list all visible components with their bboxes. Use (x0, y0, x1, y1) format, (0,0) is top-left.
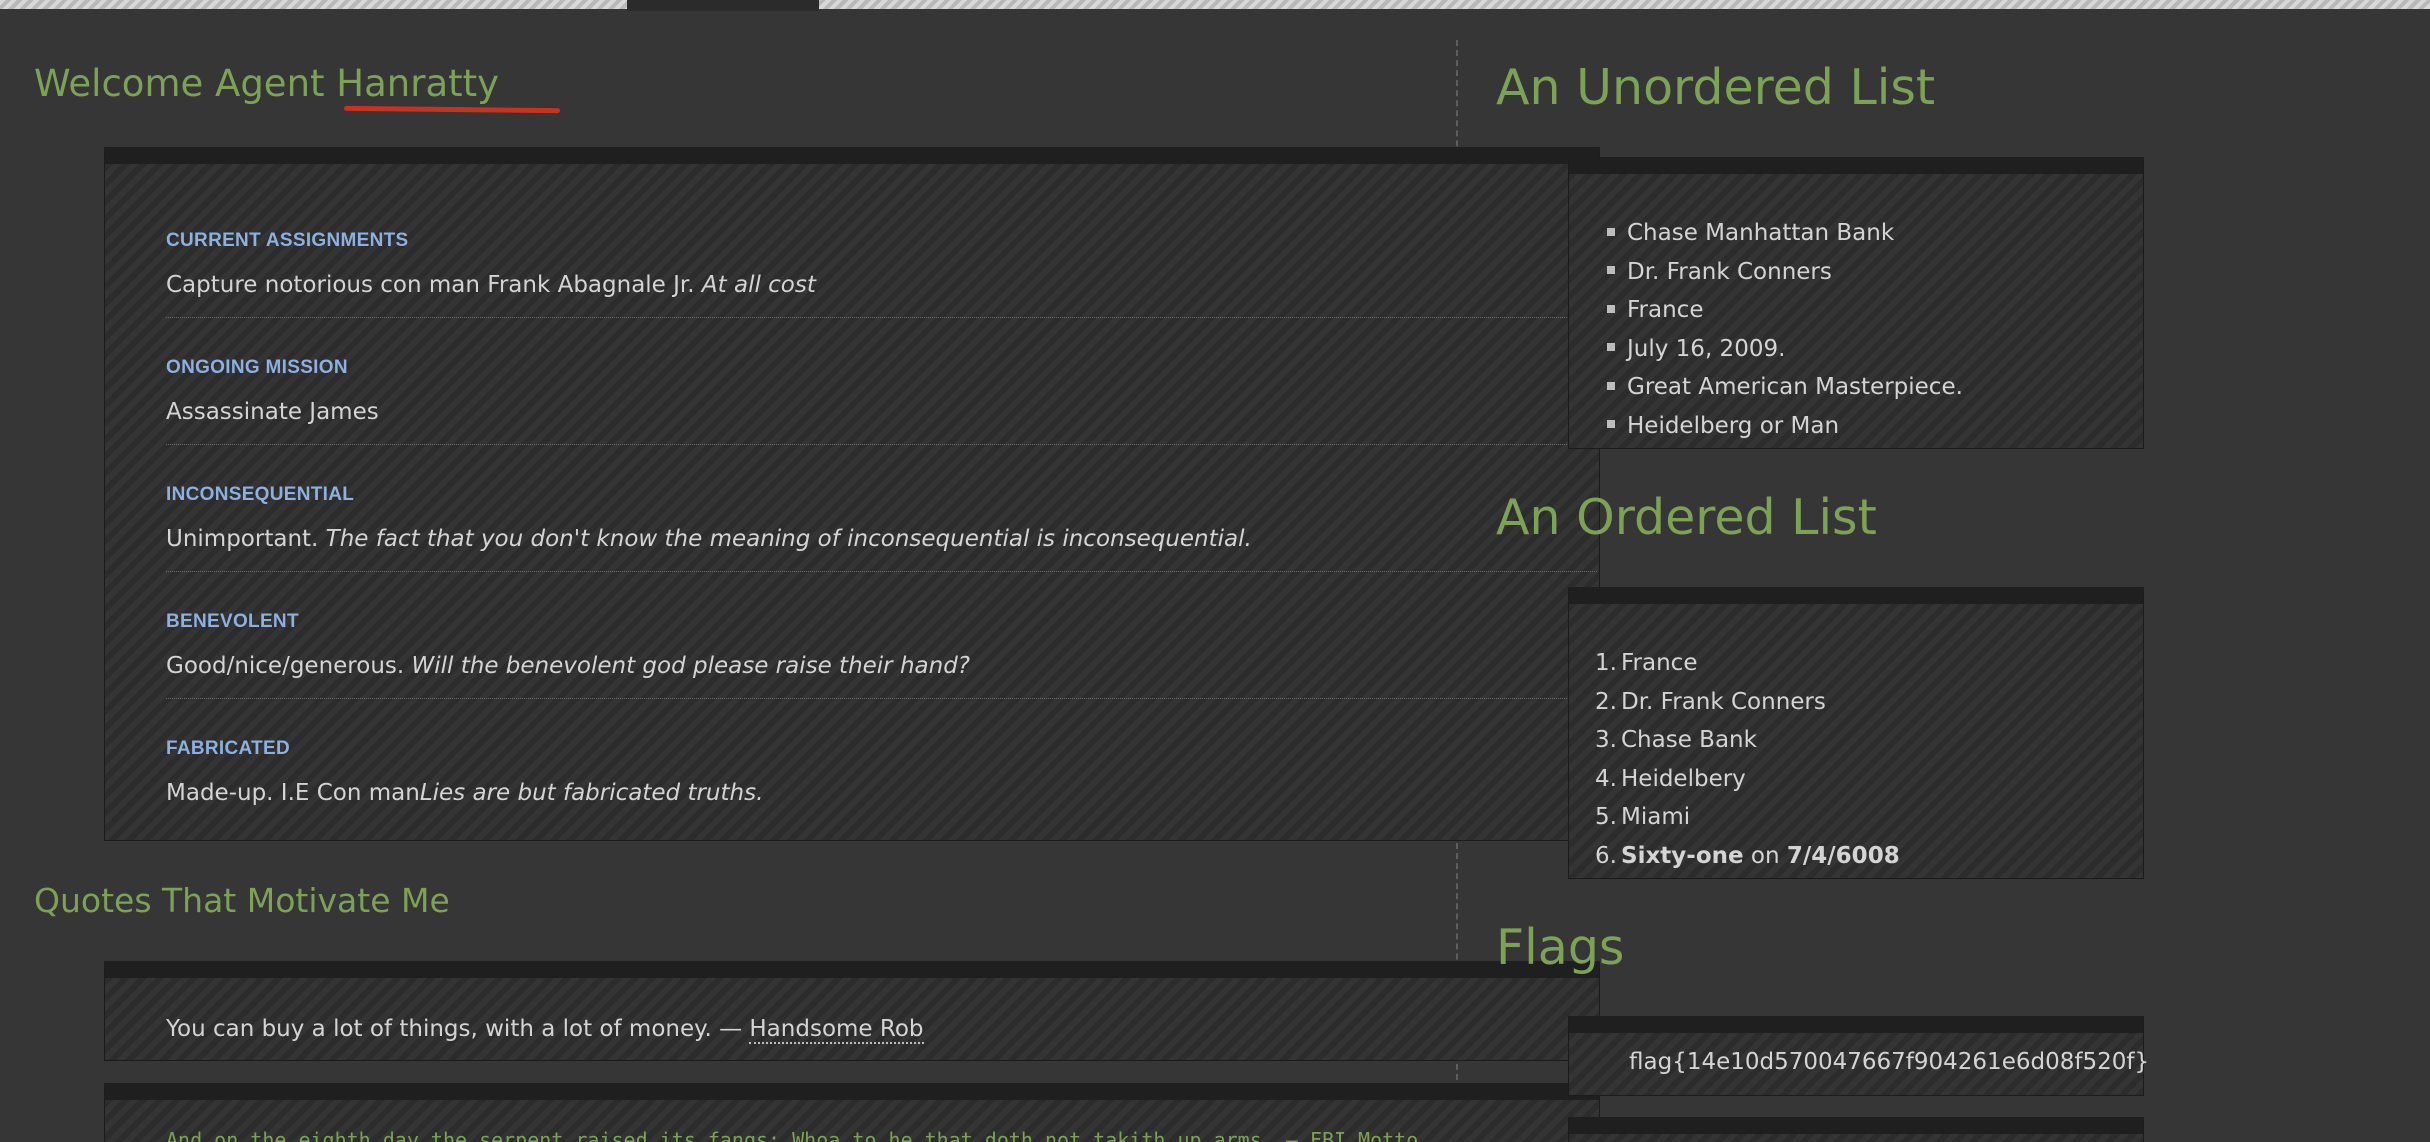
list-item-label: Dr. Frank Conners (1621, 688, 1826, 715)
ordered-list: 1. France 2. Dr. Frank Conners 3. Chase Ban… (1589, 644, 1900, 875)
list-item-label: Chase Manhattan Bank (1627, 220, 1895, 246)
list-item: France (1607, 291, 1963, 330)
definition-term: INCONSEQUENTIAL (166, 484, 355, 505)
definition-separator (166, 317, 1597, 318)
red-underline-annotation (343, 105, 561, 114)
flag-value: flag{14e10d570047667f904261e6d08f520f} (1629, 1049, 2150, 1075)
unordered-list-box: Chase Manhattan Bank Dr. Frank Conners F… (1568, 157, 2144, 449)
welcome-heading: Welcome Agent Hanratty (34, 61, 499, 107)
list-item-label: Chase Bank (1621, 727, 1757, 753)
list-item: 5. Miami (1589, 798, 1900, 837)
definition-plain: Assassinate James (166, 399, 379, 425)
next-box (1568, 1117, 2144, 1142)
definition-term: CURRENT ASSIGNMENTS (166, 230, 409, 251)
list-item: 2. Dr. Frank Conners (1589, 683, 1900, 722)
list-item: Dr. Frank Conners (1607, 253, 1963, 292)
square-bullet-icon (1607, 343, 1615, 351)
list-item-label: Miami (1621, 804, 1691, 830)
list-item: 1. France (1589, 644, 1900, 683)
list-number: 6. (1595, 842, 1617, 869)
list-number: 3. (1595, 727, 1617, 753)
list-item-label: Great American Masterpiece. (1627, 374, 1963, 400)
definition-text: Made-up. I.E Con manLies are but fabrica… (166, 780, 763, 806)
top-strip (0, 0, 2430, 9)
definition-term: BENEVOLENT (166, 611, 299, 632)
list-item: 4. Heidelbery (1589, 760, 1900, 799)
unordered-list-heading: An Unordered List (1496, 59, 1936, 116)
definition-term: FABRICATED (166, 738, 291, 759)
list-number: 2. (1595, 688, 1617, 715)
definition-plain: Capture notorious con man Frank Abagnale… (166, 272, 702, 298)
list-item: 3. Chase Bank (1589, 721, 1900, 760)
square-bullet-icon (1607, 381, 1615, 390)
list-item: Great American Masterpiece. (1607, 368, 1963, 407)
ordered-list-heading: An Ordered List (1496, 489, 1877, 546)
definition-text: Unimportant. The fact that you don't kno… (166, 526, 1252, 552)
list-item-label: July 16, 2009. (1627, 335, 1786, 362)
definition-separator (166, 571, 1597, 572)
definition-text: Good/nice/generous. Will the benevolent … (166, 653, 970, 679)
quote-body: You can buy a lot of things, with a lot … (166, 1016, 750, 1042)
definition-separator (166, 444, 1597, 445)
flags-heading: Flags (1496, 919, 1625, 976)
definition-emphasis: The fact that you don't know the meaning… (325, 526, 1252, 552)
quote-box: You can buy a lot of things, with a lot … (104, 961, 1600, 1061)
square-bullet-icon (1607, 227, 1615, 236)
square-bullet-icon (1607, 420, 1615, 428)
quotes-heading: Quotes That Motivate Me (34, 881, 450, 920)
list-item-label: Heidelbery (1621, 765, 1746, 792)
list-item-bold: 7/4/6008 (1786, 842, 1900, 869)
square-bullet-icon (1607, 266, 1615, 274)
list-number: 5. (1595, 804, 1617, 830)
definition-separator (166, 698, 1597, 699)
top-tab[interactable] (627, 0, 819, 11)
list-item: 6. Sixty-one on 7/4/6008 (1589, 837, 1900, 876)
definition-plain: Good/nice/generous. (166, 653, 412, 679)
definition-plain: Made-up. I.E Con man (166, 780, 420, 806)
definition-plain: Unimportant. (166, 526, 326, 552)
definition-text: Assassinate James (166, 399, 379, 425)
list-item-label: Dr. Frank Conners (1627, 258, 1832, 285)
definition-text: Capture notorious con man Frank Abagnale… (166, 272, 816, 298)
welcome-prefix: Welcome Agent (34, 62, 337, 105)
square-bullet-icon (1607, 304, 1615, 313)
list-item: July 16, 2009. (1607, 330, 1963, 369)
definition-term: ONGOING MISSION (166, 357, 348, 378)
list-item: Heidelberg or Man (1607, 407, 1963, 446)
list-item-label: France (1621, 650, 1698, 676)
quote-author-link[interactable]: Handsome Rob (749, 1016, 924, 1044)
definition-emphasis: Lies are but fabricated truths. (419, 780, 764, 806)
unordered-list: Chase Manhattan Bank Dr. Frank Conners F… (1607, 214, 1963, 445)
list-item-bold: Sixty-one (1621, 842, 1744, 869)
definition-emphasis: Will the benevolent god please raise the… (411, 653, 971, 679)
ordered-list-box: 1. France 2. Dr. Frank Conners 3. Chase Ban… (1568, 587, 2144, 879)
agent-name: Hanratty (336, 62, 500, 105)
quote-text: You can buy a lot of things, with a lot … (166, 1016, 924, 1044)
list-item-label: Heidelberg or Man (1627, 412, 1840, 439)
flag-box: flag{14e10d570047667f904261e6d08f520f} (1568, 1016, 2149, 1096)
list-number: 4. (1595, 765, 1617, 792)
list-number: 1. (1595, 650, 1617, 676)
list-item: Chase Manhattan Bank (1607, 214, 1963, 253)
list-item-label: France (1627, 297, 1704, 323)
definition-emphasis: At all cost (701, 272, 816, 298)
definitions-box: CURRENT ASSIGNMENTS Capture notorious co… (104, 147, 1600, 841)
list-item-label: on (1743, 842, 1787, 869)
code-quote: And on the eighth day the serpent raised… (166, 1128, 1419, 1142)
quote-box-code: And on the eighth day the serpent raised… (104, 1083, 1600, 1142)
